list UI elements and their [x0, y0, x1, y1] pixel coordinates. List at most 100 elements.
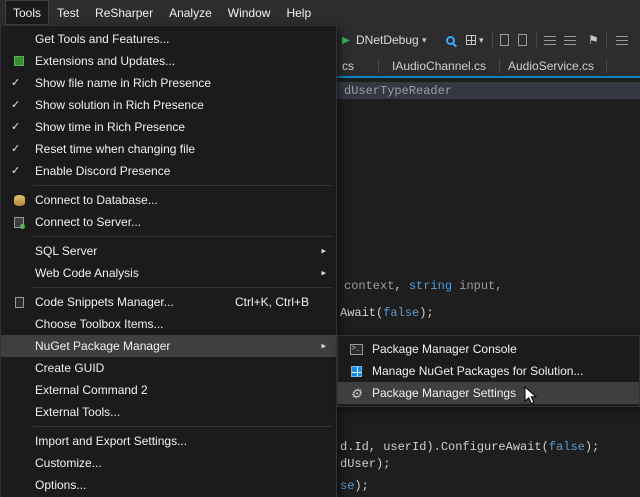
attach-button[interactable]: [446, 25, 455, 55]
menu-item-label: Manage NuGet Packages for Solution...: [372, 364, 583, 378]
menubar-item-help[interactable]: Help: [278, 0, 319, 25]
menu-item-package-manager-settings[interactable]: ⚙ Package Manager Settings: [338, 382, 639, 404]
menu-item-label: External Command 2: [35, 383, 148, 397]
start-debug-button[interactable]: ▶: [342, 25, 350, 55]
grid-dropdown-button[interactable]: [466, 25, 476, 55]
magnifier-icon: [446, 36, 455, 45]
snippets-icon: [9, 291, 29, 313]
highlighted-code-text: dUserTypeReader: [344, 84, 452, 98]
code-line: dUser);: [340, 457, 390, 471]
gear-icon: ⚙: [346, 382, 366, 404]
menu-item-show-time[interactable]: ✓ Show time in Rich Presence: [1, 116, 336, 138]
list-icon: [544, 36, 556, 45]
package-icon: [346, 360, 366, 382]
menu-item-label: Show file name in Rich Presence: [35, 76, 211, 90]
menu-item-connect-to-server[interactable]: Connect to Server...: [1, 211, 336, 233]
menu-item-shortcut: Ctrl+K, Ctrl+B: [235, 295, 309, 309]
menu-item-enable-discord-presence[interactable]: ✓ Enable Discord Presence: [1, 160, 336, 182]
document-icon: [500, 34, 509, 46]
menubar-item-tools[interactable]: Tools: [5, 0, 49, 25]
menu-item-label: Web Code Analysis: [35, 266, 139, 280]
code-line: se);: [340, 479, 369, 493]
menu-item-sql-server[interactable]: SQL Server ▸: [1, 240, 336, 262]
bookmark-button[interactable]: ⚑: [588, 25, 599, 55]
menu-item-label: Customize...: [35, 456, 102, 470]
menu-item-label: Enable Discord Presence: [35, 164, 170, 178]
menu-item-reset-time[interactable]: ✓ Reset time when changing file: [1, 138, 336, 160]
menubar-item-resharper[interactable]: ReSharper: [87, 0, 161, 25]
menu-item-label: Choose Toolbox Items...: [35, 317, 164, 331]
menu-item-extensions-and-updates[interactable]: Extensions and Updates...: [1, 50, 336, 72]
toolbar-list-button-2[interactable]: [564, 25, 576, 55]
submenu-arrow-icon: ▸: [321, 268, 326, 279]
menu-item-label: Options...: [35, 478, 86, 492]
menu-item-show-solution[interactable]: ✓ Show solution in Rich Presence: [1, 94, 336, 116]
menu-item-code-snippets-manager[interactable]: Code Snippets Manager... Ctrl+K, Ctrl+B: [1, 291, 336, 313]
toolbar-doc-button-1[interactable]: [500, 25, 509, 55]
menubar-item-analyze[interactable]: Analyze: [161, 0, 220, 25]
tab-partial[interactable]: cs: [342, 59, 354, 73]
code-line: d.Id, userId).ConfigureAwait(false);: [340, 440, 599, 454]
menu-item-show-file-name[interactable]: ✓ Show file name in Rich Presence: [1, 72, 336, 94]
menu-bar: Tools Test ReSharper Analyze Window Help: [0, 0, 640, 25]
tab-iaudiochannel[interactable]: IAudioChannel.cs: [392, 59, 486, 73]
code-line: Await(false);: [340, 306, 434, 320]
tools-menu: Get Tools and Features... Extensions and…: [0, 25, 337, 497]
tab-divider: [499, 59, 500, 73]
submenu-arrow-icon: ▸: [321, 246, 326, 257]
menu-item-package-manager-console[interactable]: >_ Package Manager Console: [338, 338, 639, 360]
menu-item-label: Connect to Database...: [35, 193, 158, 207]
tab-divider: [606, 59, 607, 73]
menu-item-label: Package Manager Console: [372, 342, 517, 356]
submenu-arrow-icon: ▸: [321, 341, 326, 352]
check-icon: ✓: [11, 120, 20, 133]
toolbar-list-button-3[interactable]: [616, 25, 628, 55]
console-icon: >_: [346, 338, 366, 360]
menu-item-get-tools-and-features[interactable]: Get Tools and Features...: [1, 28, 336, 50]
menubar-item-test[interactable]: Test: [49, 0, 87, 25]
check-icon: ✓: [11, 142, 20, 155]
toolbar-separator: [536, 32, 537, 48]
menu-item-external-tools[interactable]: External Tools...: [1, 401, 336, 423]
menu-item-label: Show time in Rich Presence: [35, 120, 185, 134]
debug-target-label: DNetDebug: [356, 33, 419, 47]
menu-item-label: Package Manager Settings: [372, 386, 516, 400]
chevron-down-icon: ▾: [422, 35, 427, 46]
toolbar-separator: [492, 32, 493, 48]
extensions-icon: [9, 50, 29, 72]
menu-item-choose-toolbox-items[interactable]: Choose Toolbox Items...: [1, 313, 336, 335]
menu-item-manage-nuget-packages[interactable]: Manage NuGet Packages for Solution...: [338, 360, 639, 382]
menu-item-label: Create GUID: [35, 361, 104, 375]
menu-item-create-guid[interactable]: Create GUID: [1, 357, 336, 379]
menu-item-label: External Tools...: [35, 405, 120, 419]
server-icon: [9, 211, 29, 233]
check-icon: ✓: [11, 98, 20, 111]
menu-item-connect-to-database[interactable]: Connect to Database...: [1, 189, 336, 211]
code-line: context, string input,: [344, 279, 502, 293]
tab-audioservice[interactable]: AudioService.cs: [508, 59, 594, 73]
menubar-item-window[interactable]: Window: [220, 0, 279, 25]
play-icon: ▶: [342, 35, 350, 46]
debug-target-caret[interactable]: ▾: [422, 25, 427, 55]
grid-dropdown-caret[interactable]: ▾: [479, 25, 484, 55]
menu-item-external-command-2[interactable]: External Command 2: [1, 379, 336, 401]
debug-target-dropdown[interactable]: DNetDebug: [356, 25, 419, 55]
toolbar-doc-button-2[interactable]: [518, 25, 527, 55]
grid-icon: [466, 35, 476, 45]
menu-item-nuget-package-manager[interactable]: NuGet Package Manager ▸: [1, 335, 336, 357]
menu-item-options[interactable]: Options...: [1, 474, 336, 496]
menu-item-customize[interactable]: Customize...: [1, 452, 336, 474]
menu-separator: [33, 236, 332, 237]
menu-item-web-code-analysis[interactable]: Web Code Analysis ▸: [1, 262, 336, 284]
list-icon: [564, 36, 576, 45]
tab-divider: [378, 59, 379, 73]
toolbar-separator: [606, 32, 607, 48]
toolbar-list-button-1[interactable]: [544, 25, 556, 55]
document-icon: [518, 34, 527, 46]
menu-item-label: Connect to Server...: [35, 215, 141, 229]
check-icon: ✓: [11, 76, 20, 89]
menu-item-import-export-settings[interactable]: Import and Export Settings...: [1, 430, 336, 452]
menu-item-label: SQL Server: [35, 244, 97, 258]
check-icon: ✓: [11, 164, 20, 177]
menu-item-label: Code Snippets Manager...: [35, 295, 174, 309]
